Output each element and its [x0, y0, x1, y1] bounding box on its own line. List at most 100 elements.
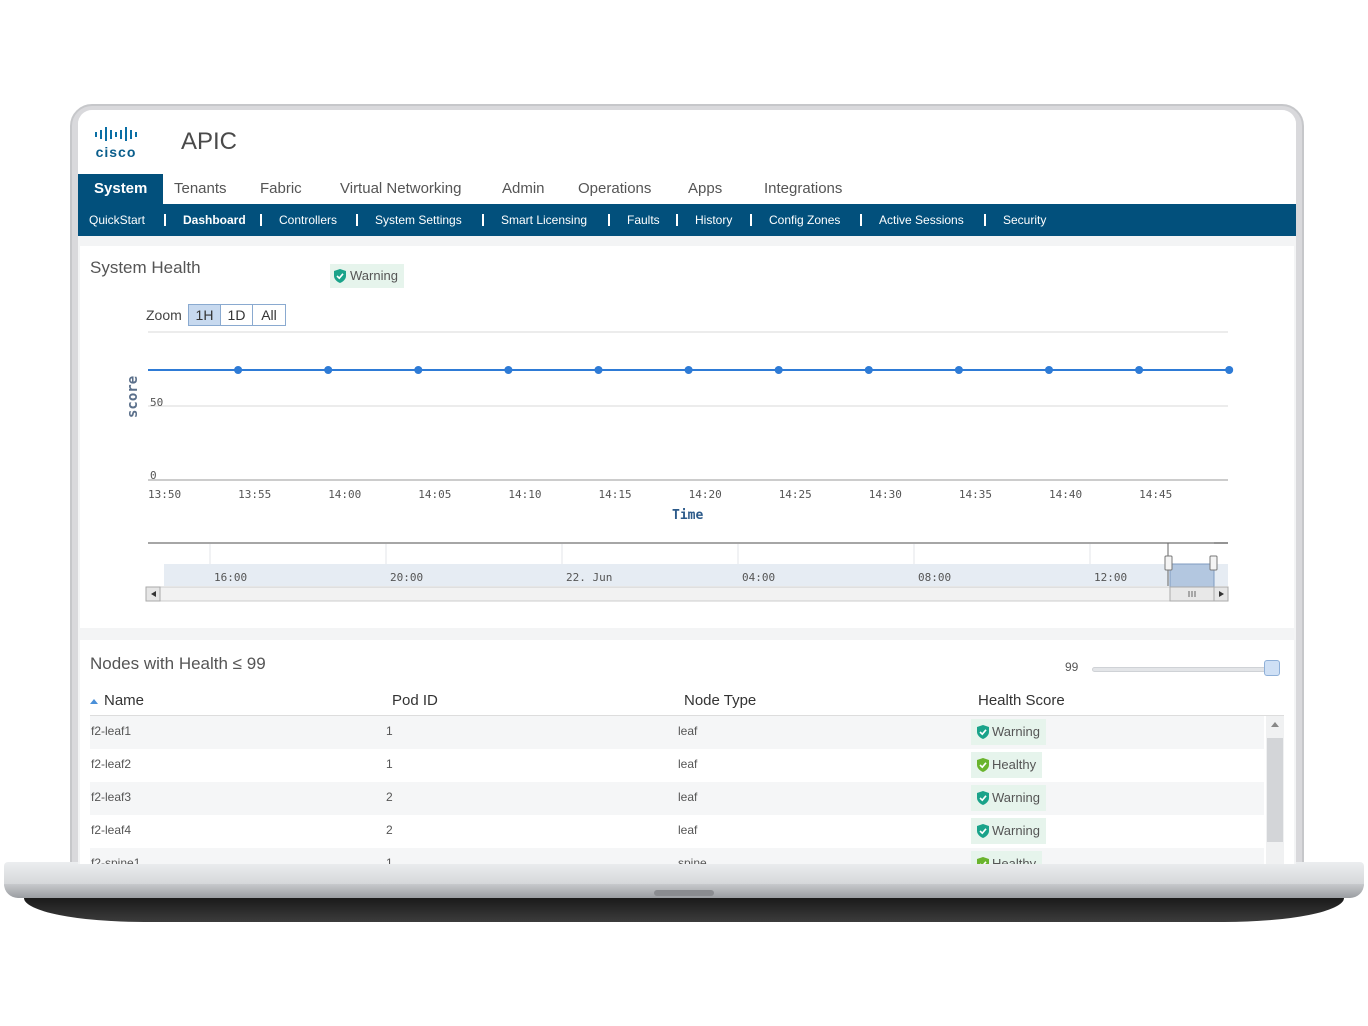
series-point[interactable] [685, 366, 693, 374]
table-row[interactable]: f2-spine1 1 spine Healthy [90, 848, 1264, 864]
sub-tab-security[interactable]: Security [1003, 204, 1046, 236]
series-point[interactable] [234, 366, 242, 374]
x-tick-label: 14:15 [599, 488, 632, 501]
navigator-scrollbar[interactable] [146, 587, 1228, 601]
sub-tab-history[interactable]: History [695, 204, 732, 236]
health-badge: Healthy [971, 851, 1042, 864]
cisco-logo: cisco [88, 126, 144, 162]
node-type: leaf [678, 724, 697, 738]
column-header-pod-id[interactable]: Pod ID [392, 692, 438, 709]
main-tab-operations[interactable]: Operations [562, 174, 667, 204]
health-badge: Warning [971, 818, 1046, 844]
navigator-tick-label: 12:00 [1094, 571, 1127, 584]
table-row[interactable]: f2-leaf21leafHealthy [90, 749, 1264, 782]
main-nav: SystemTenantsFabricVirtual Networking Adm… [78, 174, 1296, 204]
health-threshold-value: 99 [1065, 660, 1078, 674]
sub-nav-separator [860, 214, 862, 226]
table-row[interactable]: f2-leaf3 2 leaf Warning [90, 782, 1264, 815]
sub-nav-separator [356, 214, 358, 226]
sub-tab-smart-licensing[interactable]: Smart Licensing [501, 204, 587, 236]
sub-nav-separator [750, 214, 752, 226]
health-chart: 050score13:5013:5514:0014:0514:1014:1514… [80, 246, 1294, 628]
x-tick-label: 14:25 [779, 488, 812, 501]
navigator-tick-label: 20:00 [390, 571, 423, 584]
node-type: leaf [678, 823, 697, 837]
pod-id: 1 [386, 856, 393, 864]
sub-tab-dashboard[interactable]: Dashboard [183, 204, 246, 236]
pod-id: 2 [386, 790, 393, 804]
sub-tab-faults[interactable]: Faults [627, 204, 660, 236]
series-point[interactable] [1135, 366, 1143, 374]
series-point[interactable] [595, 366, 603, 374]
main-tab-fabric[interactable]: Fabric [244, 174, 318, 204]
health-status-text: Healthy [992, 851, 1036, 864]
pod-id: 2 [386, 823, 393, 837]
series-point[interactable] [1045, 366, 1053, 374]
pod-id: 1 [386, 724, 393, 738]
x-axis-label: Time [672, 508, 703, 523]
screen: cisco APIC SystemTenantsFabricVirtual Ne… [78, 110, 1296, 864]
sub-tab-active-sessions[interactable]: Active Sessions [879, 204, 964, 236]
table-row[interactable]: f2-leaf11leafWarning [90, 716, 1264, 749]
node-type: leaf [678, 790, 697, 804]
navigator-right-handle[interactable] [1210, 556, 1217, 570]
node-type: leaf [678, 757, 697, 771]
x-tick-label: 14:20 [689, 488, 722, 501]
sub-tab-system-settings[interactable]: System Settings [375, 204, 462, 236]
cisco-logo-text: cisco [88, 144, 144, 160]
y-axis-label: score [125, 376, 141, 418]
health-threshold-slider-track[interactable] [1092, 667, 1280, 672]
health-status-text: Healthy [992, 752, 1036, 778]
health-status-text: Warning [992, 785, 1040, 811]
series-point[interactable] [324, 366, 332, 374]
main-tab-integrations[interactable]: Integrations [748, 174, 858, 204]
health-status-text: Warning [992, 719, 1040, 745]
column-header-label: Name [104, 692, 144, 709]
app-header: cisco APIC [78, 110, 1296, 178]
node-name: f2-leaf4 [91, 823, 131, 837]
navigator-tick-label: 16:00 [214, 571, 247, 584]
column-header-node-type[interactable]: Node Type [684, 692, 756, 709]
column-header-name[interactable]: Name [90, 692, 144, 709]
y-tick-label: 0 [150, 469, 157, 482]
series-point[interactable] [865, 366, 873, 374]
sub-tab-quickstart[interactable]: QuickStart [89, 204, 145, 236]
series-point[interactable] [414, 366, 422, 374]
x-tick-label: 14:30 [869, 488, 902, 501]
x-tick-label: 13:50 [148, 488, 181, 501]
health-status-text: Warning [992, 818, 1040, 844]
x-tick-label: 14:35 [959, 488, 992, 501]
main-tab-tenants[interactable]: Tenants [158, 174, 243, 204]
series-point[interactable] [1225, 366, 1233, 374]
sort-ascending-icon [90, 699, 98, 704]
table-row[interactable]: f2-leaf4 2 leaf Warning [90, 815, 1264, 848]
column-header-health-score[interactable]: Health Score [978, 692, 1065, 709]
series-point[interactable] [775, 366, 783, 374]
node-type: spine [678, 856, 707, 864]
main-tab-admin[interactable]: Admin [486, 174, 561, 204]
nodes-table-scrollbar[interactable] [1266, 716, 1284, 864]
node-name: f2-leaf3 [91, 790, 131, 804]
nodes-table-header: Name Pod ID Node Type Health Score [90, 686, 1284, 716]
main-tab-virtual-networking[interactable]: Virtual Networking [324, 174, 477, 204]
sub-nav: QuickStart Dashboard Controllers System Set… [78, 204, 1296, 236]
x-tick-label: 14:00 [328, 488, 361, 501]
navigator-selection[interactable] [1170, 564, 1214, 588]
sub-tab-config-zones[interactable]: Config Zones [769, 204, 840, 236]
navigator-left-handle[interactable] [1165, 556, 1172, 570]
health-threshold-slider-handle[interactable] [1264, 660, 1280, 676]
shield-check-icon [977, 758, 989, 772]
series-point[interactable] [504, 366, 512, 374]
main-tab-system[interactable]: System [78, 174, 163, 204]
series-point[interactable] [955, 366, 963, 374]
node-name: f2-spine1 [91, 856, 140, 864]
laptop-notch [654, 890, 714, 896]
node-name: f2-leaf2 [91, 757, 131, 771]
scroll-thumb[interactable] [1267, 738, 1283, 842]
navigator-tick-label: 22. Jun [566, 571, 612, 584]
x-tick-label: 14:05 [418, 488, 451, 501]
sub-tab-controllers[interactable]: Controllers [279, 204, 337, 236]
main-tab-apps[interactable]: Apps [672, 174, 738, 204]
y-tick-label: 50 [150, 396, 163, 409]
scroll-up-arrow-icon[interactable] [1271, 722, 1279, 727]
